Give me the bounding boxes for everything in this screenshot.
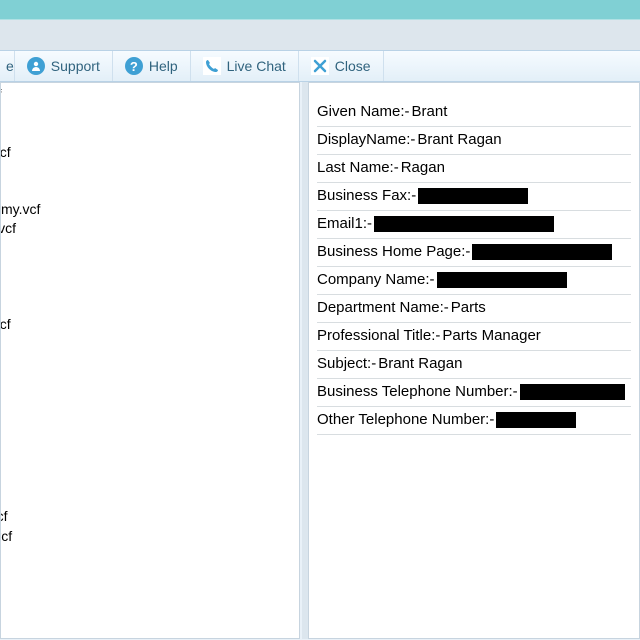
- list-item[interactable]: , Ryan.vcf: [1, 123, 299, 142]
- detail-row: Professional Title:- Parts Manager: [317, 323, 631, 351]
- detail-separator: :-: [390, 157, 401, 179]
- detail-label: Business Home Page: [317, 241, 461, 263]
- detail-value: Ragan: [401, 157, 445, 179]
- detail-label: Given Name: [317, 101, 400, 123]
- detail-label: Department Name: [317, 297, 440, 319]
- list-item[interactable]: Mark.vcf: [1, 335, 299, 354]
- redacted-value: [472, 244, 612, 260]
- list-item[interactable]: Greg.vcf: [1, 411, 299, 430]
- detail-label: DisplayName: [317, 129, 406, 151]
- close-label: Close: [335, 58, 371, 74]
- list-item[interactable]: y, Bill.vcf: [1, 450, 299, 469]
- list-item[interactable]: , Kurt.vcf: [1, 584, 299, 603]
- detail-label: Business Fax: [317, 185, 407, 207]
- detail-separator: :-: [407, 185, 418, 207]
- detail-label: Email1: [317, 213, 363, 235]
- detail-separator: :-: [509, 381, 520, 403]
- help-button[interactable]: ? Help: [113, 51, 191, 81]
- detail-row: Last Name:- Ragan: [317, 155, 631, 183]
- window-gap: [0, 20, 640, 50]
- support-icon: [27, 57, 45, 75]
- list-item[interactable]: , Rainey.vcf: [1, 623, 299, 638]
- detail-value: Parts: [451, 297, 486, 319]
- detail-value: Brant Ragan: [378, 353, 462, 375]
- detail-row: Email1:-: [317, 211, 631, 239]
- detail-rows: Given Name:- BrantDisplayName:- Brant Ra…: [317, 99, 631, 435]
- list-item[interactable]: d, Dave.vcf: [1, 258, 299, 277]
- help-icon: ?: [125, 57, 143, 75]
- list-item[interactable]: good, John.vcf: [1, 219, 299, 238]
- redacted-value: [374, 216, 554, 232]
- redacted-value: [520, 384, 625, 400]
- close-button[interactable]: Close: [299, 51, 384, 81]
- titlebar-blur: [0, 0, 640, 20]
- detail-label: Last Name: [317, 157, 390, 179]
- content-area: old, Tony.vcfleffords.vcf, Ryan.vcfl Ser…: [0, 82, 640, 639]
- detail-row: Business Telephone Number:-: [317, 379, 631, 407]
- toolbar-partial-button[interactable]: e: [0, 51, 15, 81]
- list-item[interactable]: leffords.vcf: [1, 104, 299, 123]
- redacted-value: [437, 272, 567, 288]
- list-item[interactable]: , Kent.vcf: [1, 565, 299, 584]
- detail-value: Brant Ragan: [417, 129, 501, 151]
- list-item[interactable]: old, Tony.vcf: [1, 85, 299, 104]
- phone-icon: [203, 57, 221, 75]
- toolbar: e Support ? Help Live Chat Close: [0, 50, 640, 82]
- detail-row: Other Telephone Number:-: [317, 407, 631, 435]
- detail-separator: :-: [406, 129, 417, 151]
- detail-separator: :-: [461, 241, 472, 263]
- detail-separator: :-: [425, 269, 436, 291]
- live-chat-label: Live Chat: [227, 58, 286, 74]
- list-item[interactable]: nan, Mike.vcf: [1, 507, 299, 526]
- detail-separator: :-: [400, 101, 411, 123]
- detail-value: Parts Manager: [442, 325, 540, 347]
- detail-row: Given Name:- Brant: [317, 99, 631, 127]
- detail-separator: :-: [363, 213, 374, 235]
- list-item[interactable]: nkamp, Tommy.vcf: [1, 200, 299, 219]
- detail-row: DisplayName:- Brant Ragan: [317, 127, 631, 155]
- list-item[interactable]: Larry.vcf: [1, 162, 299, 181]
- detail-label: Other Telephone Number: [317, 409, 485, 431]
- list-item[interactable]: , Lloyd.vcf: [1, 603, 299, 622]
- help-label: Help: [149, 58, 178, 74]
- list-item[interactable]: Dennis.vcf: [1, 239, 299, 258]
- detail-separator: :-: [440, 297, 451, 319]
- list-item[interactable]: ick, Shane.vcf: [1, 527, 299, 546]
- list-item[interactable]: Monty.vcf: [1, 181, 299, 200]
- detail-row: Subject:- Brant Ragan: [317, 351, 631, 379]
- detail-separator: :-: [431, 325, 442, 347]
- detail-label: Company Name: [317, 269, 425, 291]
- live-chat-button[interactable]: Live Chat: [191, 51, 299, 81]
- detail-row: Business Fax:-: [317, 183, 631, 211]
- list-item[interactable]: , Carl.vcf: [1, 546, 299, 565]
- detail-row: Department Name:- Parts: [317, 295, 631, 323]
- details-pane: Given Name:- BrantDisplayName:- Brant Ra…: [308, 82, 640, 639]
- list-item[interactable]: ngela.vcf: [1, 296, 299, 315]
- close-icon: [311, 57, 329, 75]
- list-item[interactable]: an, Gary.vcf: [1, 373, 299, 392]
- list-item[interactable]: l Sergeant.vcf: [1, 143, 299, 162]
- detail-row: Business Home Page:-: [317, 239, 631, 267]
- detail-label: Professional Title: [317, 325, 431, 347]
- redacted-value: [496, 412, 576, 428]
- list-item[interactable]: sox, Joe.vcf: [1, 354, 299, 373]
- redacted-value: [418, 188, 528, 204]
- detail-separator: :-: [485, 409, 496, 431]
- detail-label: Subject: [317, 353, 367, 375]
- detail-row: Company Name:-: [317, 267, 631, 295]
- support-label: Support: [51, 58, 100, 74]
- detail-label: Business Telephone Number: [317, 381, 509, 403]
- list-item[interactable]: , Joe.vcf: [1, 431, 299, 450]
- file-list[interactable]: old, Tony.vcfleffords.vcf, Ryan.vcfl Ser…: [1, 83, 299, 638]
- list-item[interactable]: Deb.vcf: [1, 488, 299, 507]
- toolbar-partial-label: e: [6, 58, 14, 74]
- list-item[interactable]: oj, Kurt.vcf: [1, 277, 299, 296]
- detail-separator: :-: [367, 353, 378, 375]
- list-item[interactable]: , Dave.vcf: [1, 392, 299, 411]
- detail-value: Brant: [412, 101, 448, 123]
- support-button[interactable]: Support: [15, 51, 113, 81]
- list-item[interactable]: ardt, Russ.vcf: [1, 315, 299, 334]
- file-list-pane: old, Tony.vcfleffords.vcf, Ryan.vcfl Ser…: [0, 82, 300, 639]
